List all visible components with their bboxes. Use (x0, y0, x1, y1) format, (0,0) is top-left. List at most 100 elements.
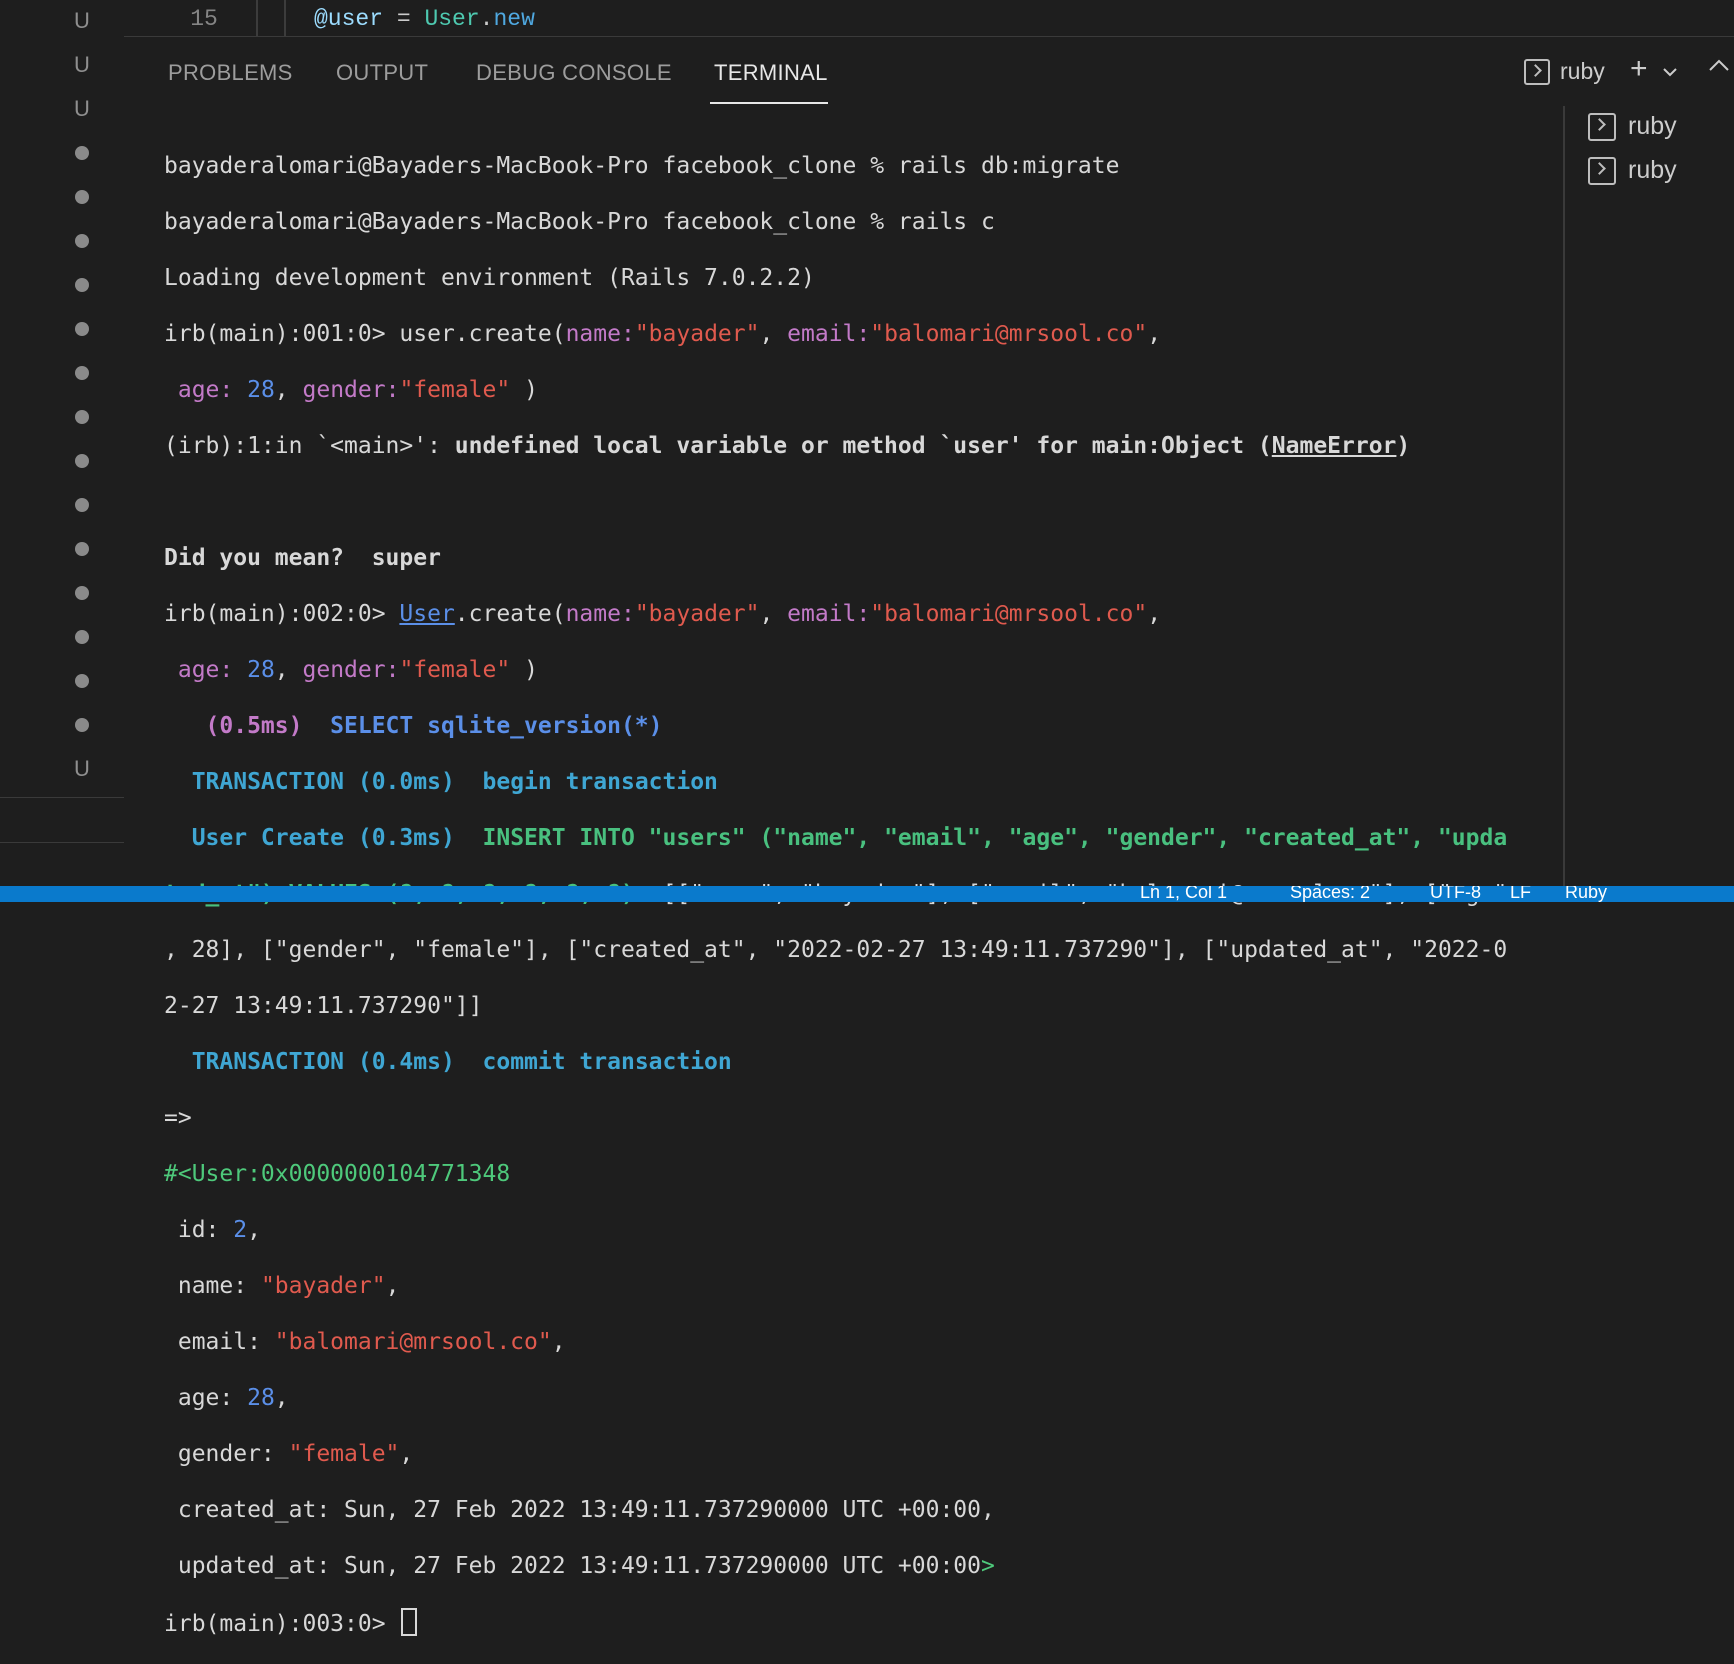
terminal-line: (0.5ms) SELECT sqlite_version(*) (164, 712, 1544, 740)
terminal-line: name: "bayader", (164, 1272, 1544, 1300)
attr-key: id: (164, 1217, 234, 1243)
git-modified-dot (75, 630, 89, 644)
code-token: > (980, 1553, 995, 1579)
git-modified-dot (75, 718, 89, 732)
error-text: (irb):1:in `<main>': (164, 433, 455, 459)
code-token: "female" (399, 377, 511, 403)
prompt: irb(main):001:0> (164, 321, 400, 347)
sql-timing: (0.5ms) (164, 713, 331, 739)
attr-value: "female" (288, 1441, 400, 1467)
gutter-divider (0, 797, 124, 798)
terminal-line: TRANSACTION (0.0ms) begin transaction (164, 768, 1544, 796)
code-token: ) (510, 657, 538, 683)
terminal-icon (1524, 58, 1550, 85)
terminal-list-item[interactable]: ruby (1588, 112, 1677, 141)
git-modified-dot (75, 674, 89, 688)
git-modified-dot (75, 410, 89, 424)
terminal-line: bayaderalomari@Bayaders-MacBook-Pro face… (164, 209, 995, 235)
terminal-line: TRANSACTION (0.4ms) commit transaction (164, 1048, 1544, 1076)
terminal-line: id: 2, (164, 1216, 1544, 1244)
terminal-line: (irb):1:in `<main>': undefined local var… (164, 432, 1544, 460)
maximize-panel-chevron-up-icon[interactable] (1708, 58, 1730, 72)
terminal-list-item[interactable]: ruby (1588, 156, 1677, 185)
terminal-icon (1588, 112, 1616, 141)
status-eol[interactable]: LF (1510, 886, 1531, 902)
attr-value: "bayader" (260, 1273, 386, 1299)
code-token: 28 (247, 377, 275, 403)
code-token: ) (510, 377, 538, 403)
code-token: @user (314, 6, 384, 32)
sql-timing: TRANSACTION (0.4ms) (164, 1049, 483, 1075)
git-untracked-marker: U (74, 52, 90, 77)
terminal-line: User Create (0.3ms) INSERT INTO "users" … (164, 824, 1544, 852)
code-token: , (759, 321, 788, 347)
status-cursor-position[interactable]: Ln 1, Col 1 (1140, 886, 1227, 902)
code-token: "bayader" (634, 321, 760, 347)
git-modified-dot (75, 542, 89, 556)
code-line: @user = User.new (314, 6, 535, 32)
code-token: , (274, 657, 303, 683)
code-token: , (274, 377, 303, 403)
editor-gutter: U U U U (0, 0, 124, 902)
terminal-line: irb(main):003:0> (164, 1608, 1544, 1637)
code-token: , (385, 1273, 400, 1299)
git-untracked-marker: U (74, 8, 90, 33)
code-token: .create( (454, 601, 566, 627)
code-token: , (551, 1329, 566, 1355)
sql-timing: TRANSACTION (0.0ms) (164, 769, 483, 795)
code-token: User (424, 6, 480, 32)
tab-output[interactable]: OUTPUT (336, 60, 428, 86)
code-token: , (1147, 601, 1162, 627)
code-token: , (399, 1441, 414, 1467)
attr-key: email: (164, 1329, 275, 1355)
attr-value: 2 (233, 1217, 248, 1243)
code-token: name: (565, 601, 635, 627)
code-token: "bayader" (634, 601, 760, 627)
code-token: age: (164, 657, 248, 683)
terminal-icon (1588, 156, 1616, 185)
terminal-line: bayaderalomari@Bayaders-MacBook-Pro face… (164, 153, 1120, 179)
git-modified-dot (75, 190, 89, 204)
git-untracked-marker: U (74, 96, 90, 121)
tab-problems[interactable]: PROBLEMS (168, 60, 293, 86)
new-terminal-plus-icon[interactable]: + (1630, 54, 1648, 84)
code-token: "balomari@mrsool.co" (870, 321, 1148, 347)
tab-debug-console[interactable]: DEBUG CONSOLE (476, 60, 672, 86)
git-modified-dot (75, 366, 89, 380)
code-token: , (274, 1385, 289, 1411)
status-language[interactable]: Ruby (1565, 886, 1607, 902)
gutter-divider (0, 842, 124, 843)
status-encoding[interactable]: UTF-8 (1430, 886, 1481, 902)
code-token: email: (787, 321, 871, 347)
terminal-line: , 28], ["gender", "female"], ["created_a… (164, 937, 1508, 963)
code-token: , (759, 601, 788, 627)
code-token: age: (164, 377, 248, 403)
terminal-list-label: ruby (1628, 156, 1677, 184)
tab-terminal[interactable]: TERMINAL (714, 60, 828, 86)
error-text: ) (1396, 433, 1411, 459)
code-token: , (1147, 321, 1162, 347)
code-token: 28 (247, 657, 275, 683)
code-token: name: (565, 321, 635, 347)
git-modified-dot (75, 498, 89, 512)
indent-guide (284, 0, 286, 36)
error-class: NameError (1271, 433, 1397, 459)
code-token: user.create( (399, 321, 566, 347)
attr-value: "balomari@mrsool.co" (274, 1329, 552, 1355)
terminal-list-label: ruby (1628, 112, 1677, 140)
terminal-line: gender: "female", (164, 1440, 1544, 1468)
terminal-cursor (401, 1608, 418, 1636)
status-indentation[interactable]: Spaces: 2 (1290, 886, 1370, 902)
terminal-line: Did you mean? super (164, 545, 441, 571)
terminal-name: ruby (1560, 58, 1605, 84)
git-modified-dot (75, 278, 89, 292)
terminal-line: created_at: Sun, 27 Feb 2022 13:49:11.73… (164, 1497, 995, 1523)
sql-query: INSERT INTO "users" ("name", "email", "a… (482, 825, 1508, 851)
chevron-down-icon[interactable] (1662, 66, 1678, 78)
attr-key: name: (164, 1273, 261, 1299)
code-token: email: (787, 601, 871, 627)
terminal-selector[interactable]: ruby (1524, 58, 1605, 85)
attr-value: 28 (247, 1385, 275, 1411)
editor-peek[interactable]: 15 @user = User.new (124, 0, 1734, 37)
